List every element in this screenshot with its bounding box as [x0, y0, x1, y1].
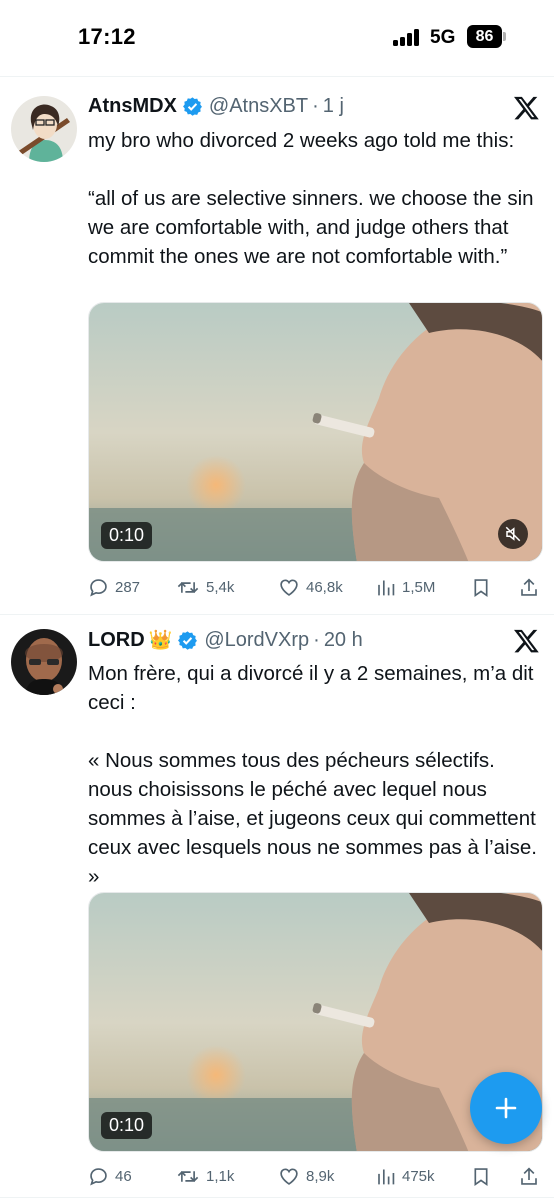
repost-icon [177, 1170, 199, 1182]
avatar[interactable] [11, 629, 77, 695]
reply-count: 46 [115, 1167, 132, 1185]
bookmark-button[interactable] [471, 1162, 491, 1190]
repost-count: 1,1k [206, 1167, 235, 1185]
display-name[interactable]: LORD [88, 629, 145, 652]
tweet-header: LORD 👑 @LordVXrp · 20 h [88, 626, 363, 654]
separator-dot: · [313, 628, 320, 651]
views-button[interactable]: 475k [376, 1162, 435, 1190]
views-count: 475k [402, 1167, 435, 1185]
views-icon [378, 1169, 395, 1184]
verified-badge-icon [178, 630, 198, 650]
video-duration: 0:10 [101, 1112, 153, 1139]
plus-icon [495, 1097, 517, 1119]
like-count: 8,9k [306, 1167, 335, 1185]
tweet[interactable]: LORD 👑 @LordVXrp · 20 h Mon frère, qui a… [0, 0, 554, 1200]
heart-icon [280, 1167, 298, 1185]
like-button[interactable]: 8,9k [278, 1162, 334, 1190]
divider [0, 1197, 554, 1198]
reply-icon [90, 1167, 107, 1185]
bookmark-icon [474, 1167, 488, 1186]
handle[interactable]: @LordVXrp [204, 629, 309, 652]
crown-emoji: 👑 [148, 629, 173, 651]
timestamp[interactable]: 20 h [324, 629, 363, 652]
share-icon [521, 1166, 537, 1185]
repost-button[interactable]: 1,1k [176, 1162, 234, 1190]
x-logo-icon [514, 629, 539, 653]
share-button[interactable] [519, 1162, 539, 1190]
compose-button[interactable] [470, 1072, 542, 1144]
tweet-text: Mon frère, qui a divorcé il y a 2 semain… [88, 662, 537, 888]
reply-button[interactable]: 46 [88, 1162, 132, 1190]
tweet-actions: 46 1,1k 8,9k 475k [88, 1162, 544, 1190]
